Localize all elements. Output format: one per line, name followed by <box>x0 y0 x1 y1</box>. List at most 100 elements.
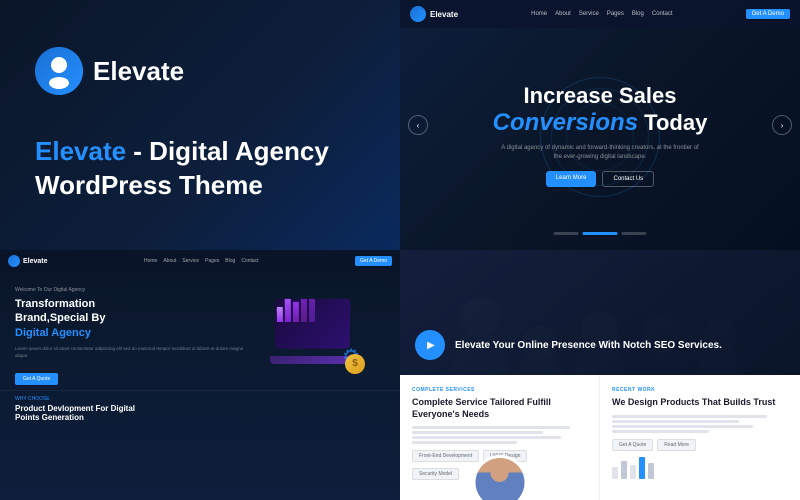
work-line-3 <box>612 425 753 428</box>
bl-nav-about[interactable]: About <box>163 258 176 264</box>
bl-bottom-label: WHY CHOOSE <box>15 396 385 402</box>
bl-hero-desc: Lorem ipsum dolor sit amet consectetur a… <box>15 346 255 360</box>
bar-1 <box>277 307 283 322</box>
bl-welcome-label: Welcome To Our Digital Agency <box>15 287 255 293</box>
seo-section: ▶ Elevate Your Online Presence With Notc… <box>400 250 800 375</box>
bl-logo: Elevate <box>8 255 48 267</box>
services-label: COMPLETE SERVICES <box>412 387 587 393</box>
bl-bottom-section: WHY CHOOSE Product Devlopment For Digita… <box>0 390 400 422</box>
contact-us-button[interactable]: Contact Us <box>602 171 654 187</box>
work-line-4 <box>612 430 709 433</box>
mini-bar-4 <box>639 457 645 479</box>
progress-dot-1[interactable] <box>554 232 579 235</box>
nav-link-contact[interactable]: Contact <box>652 11 673 17</box>
bl-nav-pages[interactable]: Pages <box>205 258 219 264</box>
nav-link-pages[interactable]: Pages <box>607 11 624 17</box>
mini-logo-text: Elevate <box>430 10 458 19</box>
mini-bar-2 <box>621 461 627 479</box>
bl-cta-button[interactable]: Get A Quote <box>15 373 58 385</box>
mini-bar-5 <box>648 463 654 479</box>
nav-link-home[interactable]: Home <box>531 11 547 17</box>
mini-logo: Elevate <box>410 6 458 22</box>
mini-logo-icon <box>410 6 426 22</box>
bl-nav-cta[interactable]: Get A Demo <box>355 256 392 266</box>
bl-navbar: Elevate Home About Service Pages Blog Co… <box>0 250 400 272</box>
work-line-2 <box>612 420 739 423</box>
services-panel: COMPLETE SERVICES Complete Service Tailo… <box>400 375 600 500</box>
progress-dot-3[interactable] <box>622 232 647 235</box>
seo-title: Elevate Your Online Presence With Notch … <box>455 339 722 352</box>
bl-hero-title: Transformation Brand,Special By Digital … <box>15 297 255 340</box>
bl-nav-home[interactable]: Home <box>144 258 157 264</box>
play-button[interactable]: ▶ <box>415 330 445 360</box>
text-line-3 <box>412 436 561 439</box>
mini-navbar: Elevate Home About Service Pages Blog Co… <box>400 0 800 28</box>
coin-decoration: $ <box>345 354 365 374</box>
br-bottom: COMPLETE SERVICES Complete Service Tailo… <box>400 375 800 500</box>
hero-title-accent: Conversions <box>493 109 638 136</box>
mini-site: Elevate Home About Service Pages Blog Co… <box>0 250 400 500</box>
service-btn-3[interactable]: Security Model <box>412 468 459 480</box>
mini-nav-links: Home About Service Pages Blog Contact <box>531 11 672 17</box>
bar-2 <box>285 299 291 322</box>
tagline-brand: Elevate <box>35 136 126 166</box>
brand-name: Elevate <box>93 56 184 87</box>
services-description <box>412 426 587 444</box>
nav-cta-button[interactable]: Get A Demo <box>746 9 790 19</box>
prev-slide-button[interactable]: ‹ <box>408 115 428 135</box>
work-buttons: Get A Quote Read More <box>612 439 788 451</box>
service-btn-1[interactable]: Front-End Development <box>412 450 479 462</box>
tagline-line2: WordPress Theme <box>35 170 263 200</box>
progress-dot-2[interactable] <box>583 232 618 235</box>
nav-link-blog[interactable]: Blog <box>632 11 644 17</box>
hero-panel: Elevate Home About Service Pages Blog Co… <box>400 0 800 250</box>
text-line-4 <box>412 441 517 444</box>
mini-bar-3 <box>630 465 636 479</box>
hero-title-line1: Increase Sales <box>524 83 677 108</box>
bl-hero-text: Welcome To Our Digital Agency Transforma… <box>15 287 255 385</box>
bl-nav-links: Home About Service Pages Blog Contact <box>144 258 259 264</box>
bl-bottom-title: Product Devlopment For Digital Points Ge… <box>15 404 385 422</box>
hero-buttons: Learn More Contact Us <box>493 171 708 187</box>
bl-title-line2: Brand,Special By <box>15 312 105 324</box>
learn-more-button[interactable]: Learn More <box>546 171 597 187</box>
work-panel: RECENT WORK We Design Products That Buil… <box>600 375 800 500</box>
logo-icon <box>35 47 83 95</box>
branding-panel: Elevate Elevate - Digital Agency WordPre… <box>0 0 400 250</box>
bl-nav-service[interactable]: Service <box>182 258 199 264</box>
mini-bar-1 <box>612 467 618 479</box>
bar-5 <box>309 299 315 322</box>
seo-text: Elevate Your Online Presence With Notch … <box>455 339 722 352</box>
work-description <box>612 415 788 433</box>
bl-title-accent: Digital Agency <box>15 327 91 339</box>
bl-logo-circle <box>8 255 20 267</box>
bl-logo-text: Elevate <box>23 258 48 265</box>
seo-content: ▶ Elevate Your Online Presence With Notc… <box>415 330 722 360</box>
text-line-2 <box>412 431 543 434</box>
work-btn-2[interactable]: Read More <box>657 439 696 451</box>
text-line-1 <box>412 426 570 429</box>
bl-hero-section: Welcome To Our Digital Agency Transforma… <box>0 272 400 390</box>
mini-site-preview: Elevate Home About Service Pages Blog Co… <box>0 250 400 500</box>
main-container: Elevate Elevate - Digital Agency WordPre… <box>0 0 800 500</box>
play-icon: ▶ <box>427 340 435 351</box>
nav-link-about[interactable]: About <box>555 11 571 17</box>
bl-nav-blog[interactable]: Blog <box>225 258 235 264</box>
bar-3 <box>293 302 299 322</box>
service-panels: ▶ Elevate Your Online Presence With Notc… <box>400 250 800 500</box>
avatar-person <box>475 458 524 500</box>
progress-dots <box>554 232 647 235</box>
hero-title: Increase Sales Conversions Today <box>493 83 708 138</box>
bl-title-line1: Transformation <box>15 298 95 310</box>
work-label: RECENT WORK <box>612 387 788 393</box>
nav-link-service[interactable]: Service <box>579 11 599 17</box>
tagline-rest: - Digital Agency <box>126 136 329 166</box>
bl-nav-contact[interactable]: Contact <box>241 258 258 264</box>
next-slide-button[interactable]: › <box>772 115 792 135</box>
mini-bar-chart <box>612 457 788 479</box>
services-title: Complete Service Tailored Fulfill Everyo… <box>412 397 587 420</box>
bar-chart <box>275 299 351 324</box>
tagline: Elevate - Digital Agency WordPress Theme <box>35 135 365 203</box>
work-btn-1[interactable]: Get A Quote <box>612 439 653 451</box>
laptop-3d: ⚙ $ <box>265 299 365 374</box>
